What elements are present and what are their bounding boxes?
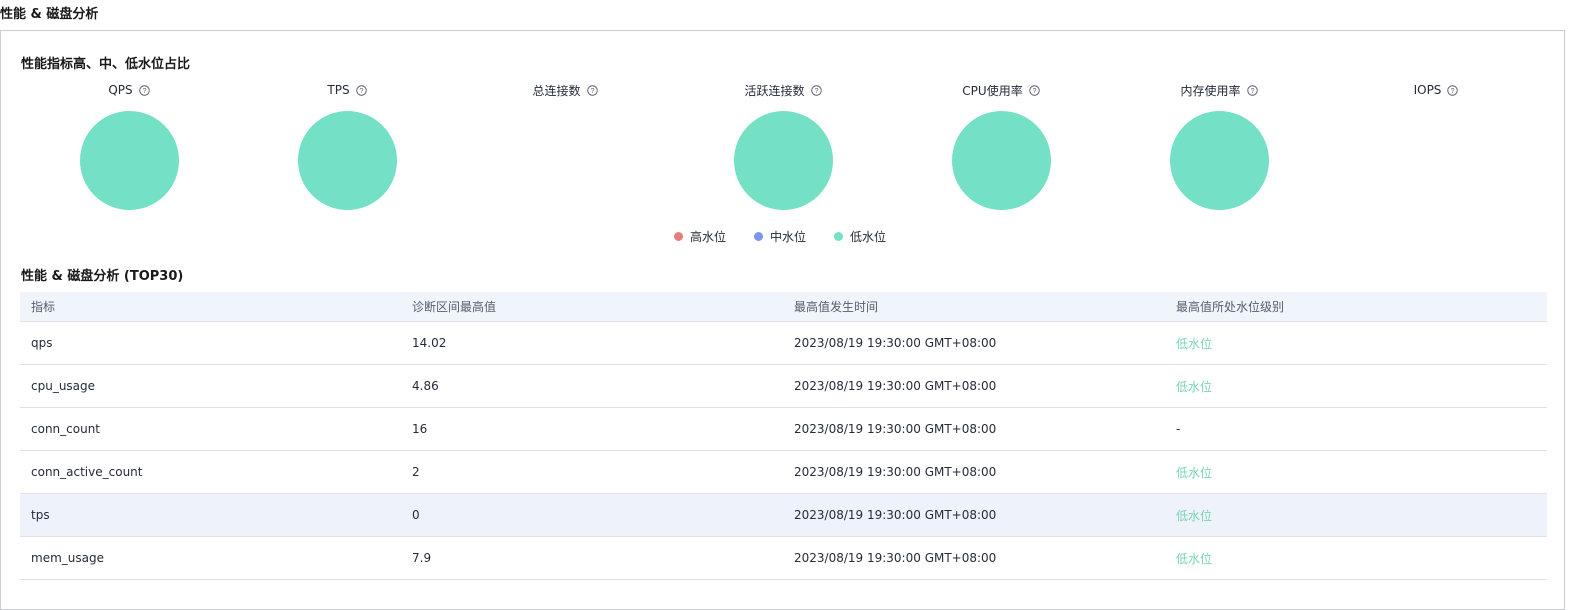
pie-chart[interactable]	[80, 111, 179, 210]
water-level-cell: 低水位	[1176, 379, 1213, 394]
column-header: 最高值所处水位级别	[1176, 300, 1285, 314]
max-value-cell: 16	[412, 422, 428, 436]
metric-label: IOPS	[1413, 83, 1442, 97]
metric-name-cell: tps	[31, 508, 50, 522]
metric-label: 活跃连接数	[744, 83, 805, 98]
metric-name-cell: cpu_usage	[31, 379, 96, 393]
metric-active-conn: 活跃连接数 ?	[674, 81, 892, 211]
help-icon[interactable]: ?	[1246, 84, 1258, 96]
metric-label: CPU使用率	[962, 83, 1023, 98]
help-icon[interactable]: ?	[1447, 84, 1459, 96]
metric-tps: TPS ?	[238, 81, 456, 211]
column-header: 诊断区间最高值	[412, 300, 497, 314]
ratio-section-title: 性能指标高、中、低水位占比	[21, 57, 191, 72]
peak-time-cell: 2023/08/19 19:30:00 GMT+08:00	[794, 422, 997, 436]
column-header: 最高值发生时间	[794, 300, 879, 314]
max-value-cell: 2	[412, 465, 420, 479]
table-header: 指标 诊断区间最高值 最高值发生时间 最高值所处水位级别	[20, 292, 1547, 322]
legend-dot	[754, 232, 764, 241]
metric-conn-count: 总连接数 ?	[456, 81, 674, 211]
max-value-cell: 0	[412, 508, 420, 522]
max-value-cell: 14.02	[412, 336, 447, 350]
water-level-cell: 低水位	[1176, 336, 1213, 351]
table-body: qps 14.02 2023/08/19 19:30:00 GMT+08:00 低水位…	[20, 322, 1547, 580]
metric-name-cell: conn_count	[31, 422, 101, 436]
peak-time-cell: 2023/08/19 19:30:00 GMT+08:00	[794, 551, 997, 565]
legend-label: 中水位	[770, 230, 807, 244]
table-row[interactable]: conn_count 16 2023/08/19 19:30:00 GMT+08:0…	[20, 408, 1547, 451]
metric-label: 内存使用率	[1180, 83, 1241, 98]
legend-dot	[834, 232, 844, 241]
water-level-cell: 低水位	[1176, 551, 1213, 566]
legend-item-medium[interactable]: 中水位	[754, 228, 806, 245]
table-row[interactable]: mem_usage 7.9 2023/08/19 19:30:00 GMT+08:0…	[20, 537, 1547, 580]
table-section-title: 性能 & 磁盘分析 (TOP30)	[21, 269, 184, 284]
table-row[interactable]: qps 14.02 2023/08/19 19:30:00 GMT+08:00 低水位	[20, 322, 1547, 365]
help-icon[interactable]: ?	[810, 84, 822, 96]
svg-text:?: ?	[359, 87, 363, 94]
legend-label: 高水位	[690, 230, 727, 244]
svg-text:?: ?	[1451, 87, 1455, 94]
page-title: 性能 & 磁盘分析	[0, 7, 99, 22]
legend-item-high[interactable]: 高水位	[674, 228, 726, 245]
metric-iops: IOPS ?	[1327, 81, 1545, 211]
max-value-cell: 4.86	[412, 379, 439, 393]
metric-label: QPS	[108, 83, 133, 97]
legend-item-low[interactable]: 低水位	[834, 228, 886, 245]
peak-time-cell: 2023/08/19 19:30:00 GMT+08:00	[794, 465, 997, 479]
svg-text:?: ?	[142, 87, 146, 94]
metric-mem-usage: 内存使用率 ?	[1110, 81, 1328, 211]
metric-name-cell: mem_usage	[31, 551, 104, 565]
water-level-cell: -	[1176, 422, 1181, 436]
table-row[interactable]: conn_active_count 2 2023/08/19 19:30:00 GM…	[20, 451, 1547, 494]
metric-label: TPS	[327, 83, 350, 97]
peak-time-cell: 2023/08/19 19:30:00 GMT+08:00	[794, 336, 997, 350]
legend-label: 低水位	[850, 230, 887, 244]
max-value-cell: 7.9	[412, 551, 432, 565]
analysis-table: 指标 诊断区间最高值 最高值发生时间 最高值所处水位级别 qps 14.02 202…	[20, 292, 1547, 580]
help-icon[interactable]: ?	[355, 84, 367, 96]
help-icon[interactable]: ?	[1028, 84, 1040, 96]
metric-label: 总连接数	[532, 83, 581, 98]
column-header: 指标	[31, 300, 56, 314]
metric-name-cell: conn_active_count	[31, 465, 143, 479]
metric-charts: QPS ? TPS ? 总连接数 ? 活跃连接数 ? CPU使用率 ? 内存使用	[20, 81, 1545, 211]
metric-name-cell: qps	[31, 336, 53, 350]
metric-cpu-usage: CPU使用率 ?	[892, 81, 1110, 211]
metric-qps: QPS ?	[20, 81, 238, 211]
chart-legend: 高水位 中水位 低水位	[674, 228, 886, 245]
svg-text:?: ?	[1250, 87, 1254, 94]
peak-time-cell: 2023/08/19 19:30:00 GMT+08:00	[794, 508, 997, 522]
table-row[interactable]: tps 0 2023/08/19 19:30:00 GMT+08:00 低水位	[20, 494, 1547, 537]
svg-text:?: ?	[814, 87, 818, 94]
table-row[interactable]: cpu_usage 4.86 2023/08/19 19:30:00 GMT+08:…	[20, 365, 1547, 408]
water-level-cell: 低水位	[1176, 508, 1213, 523]
peak-time-cell: 2023/08/19 19:30:00 GMT+08:00	[794, 379, 997, 393]
water-level-cell: 低水位	[1176, 465, 1213, 480]
help-icon[interactable]: ?	[138, 84, 150, 96]
pie-chart[interactable]	[1170, 111, 1269, 210]
pie-chart[interactable]	[298, 111, 397, 210]
legend-dot	[674, 232, 683, 241]
svg-text:?: ?	[1032, 87, 1036, 94]
svg-text:?: ?	[590, 87, 594, 94]
pie-chart[interactable]	[734, 111, 833, 210]
help-icon[interactable]: ?	[586, 84, 598, 96]
pie-chart[interactable]	[952, 111, 1051, 210]
